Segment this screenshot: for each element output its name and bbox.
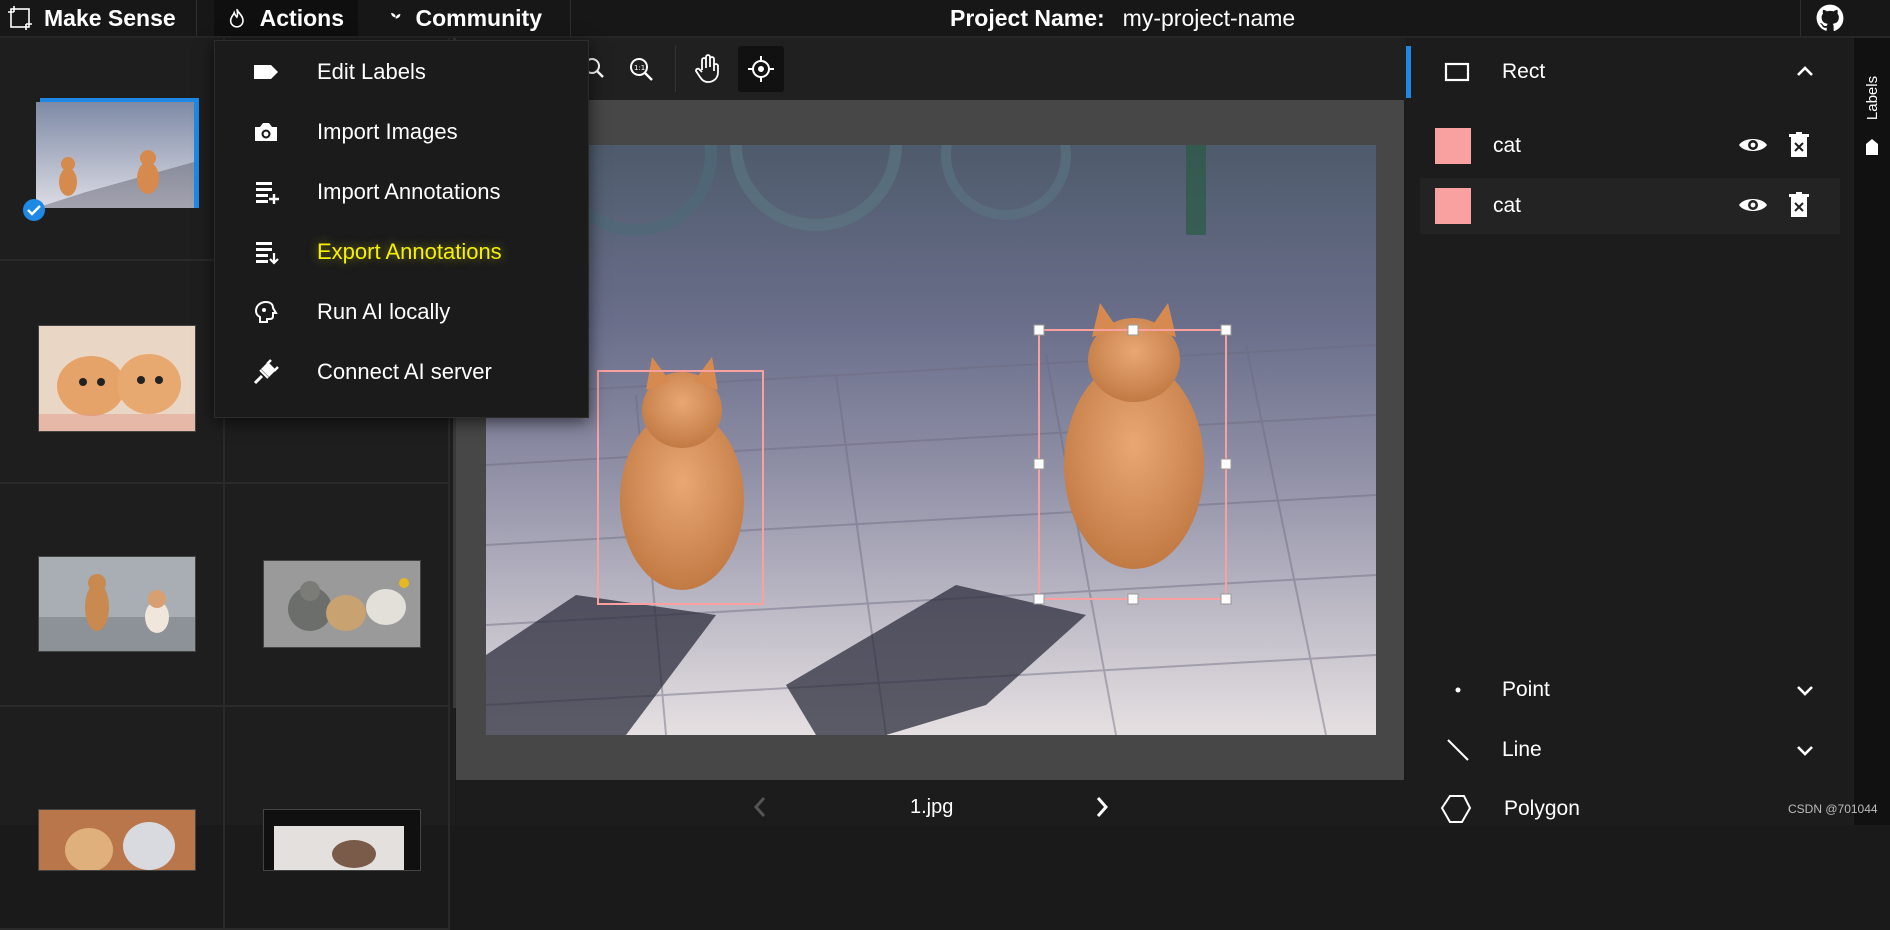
chevron-down-icon[interactable]	[1796, 684, 1814, 698]
rectangle-icon	[1444, 62, 1470, 82]
divider	[196, 0, 197, 36]
svg-text:1:1: 1:1	[634, 64, 645, 72]
project-name: Project Name: my-project-name	[950, 0, 1295, 36]
labels-tab[interactable]: Labels	[1860, 54, 1884, 155]
image-thumbnail[interactable]	[263, 560, 421, 648]
project-name-label: Project Name:	[950, 4, 1105, 31]
eye-icon[interactable]	[1738, 134, 1768, 156]
label-color-swatch[interactable]	[1435, 188, 1471, 224]
image-thumbnail[interactable]	[38, 809, 196, 871]
watermark: CSDN @701044	[1788, 802, 1878, 816]
image-thumbnail-cell[interactable]	[0, 484, 225, 707]
rect-section-title: Rect	[1502, 60, 1546, 83]
delete-icon[interactable]	[1788, 132, 1810, 158]
delete-icon[interactable]	[1788, 192, 1810, 218]
zoom-fit-icon[interactable]: 1:1	[628, 56, 654, 82]
rect-section-header[interactable]: Rect	[1444, 58, 1824, 86]
actions-label: Actions	[259, 4, 344, 31]
image-thumbnail[interactable]	[38, 325, 196, 432]
menu-item-import-annotations[interactable]: Import Annotations	[215, 167, 588, 217]
brain-icon	[254, 300, 278, 323]
crosshair-button[interactable]	[738, 46, 784, 92]
menu-item-connect-ai-server[interactable]: Connect AI server	[215, 347, 588, 397]
menu-item-edit-labels[interactable]: Edit Labels	[215, 47, 588, 97]
polygon-section-title: Polygon	[1504, 797, 1580, 820]
divider	[675, 46, 676, 92]
label-color-swatch[interactable]	[1435, 128, 1471, 164]
point-section-title: Point	[1502, 678, 1550, 701]
label-row[interactable]: cat	[1420, 118, 1840, 174]
actions-menu-button[interactable]: Actions	[214, 0, 358, 36]
project-name-input[interactable]: my-project-name	[1123, 5, 1296, 32]
label-name[interactable]: cat	[1493, 194, 1521, 218]
line-section-header[interactable]: Line	[1444, 736, 1824, 764]
polygon-icon	[1440, 795, 1472, 823]
image-thumbnail-cell[interactable]	[0, 261, 225, 484]
menu-item-label: Run AI locally	[317, 299, 451, 324]
label-name[interactable]: cat	[1493, 134, 1521, 158]
image-canvas[interactable]	[486, 145, 1376, 735]
label-row[interactable]: cat	[1420, 178, 1840, 234]
make-sense-logo-icon	[8, 6, 32, 30]
image-thumbnail[interactable]	[263, 809, 421, 871]
list-add-icon	[256, 182, 279, 204]
menu-item-label: Import Images	[317, 119, 458, 144]
image-thumbnail-cell[interactable]	[225, 484, 450, 707]
menu-item-export-annotations[interactable]: Export Annotations	[215, 227, 588, 277]
chevron-down-icon[interactable]	[1796, 744, 1814, 758]
selection-bar	[40, 98, 198, 102]
side-tab-bar: Labels	[1854, 38, 1890, 825]
point-icon	[1455, 687, 1461, 693]
image-thumbnail[interactable]	[38, 556, 196, 652]
app-name: Make Sense	[44, 4, 176, 31]
selection-bar	[194, 98, 199, 208]
image-thumbnail-cell[interactable]	[0, 38, 225, 261]
list-download-icon	[256, 242, 279, 265]
actions-dropdown-menu: Edit Labels Import Images Import Annotat…	[214, 40, 589, 418]
check-icon	[23, 199, 45, 221]
menu-item-label: Edit Labels	[317, 59, 426, 84]
menu-item-label: Import Annotations	[317, 179, 501, 204]
top-bar: Make Sense Actions Community Project Nam…	[0, 0, 1890, 38]
previous-image-icon[interactable]	[752, 796, 768, 818]
community-label: Community	[415, 4, 543, 31]
plug-icon	[253, 359, 279, 385]
community-menu-button[interactable]: Community	[376, 0, 556, 36]
github-icon[interactable]	[1816, 4, 1844, 32]
image-thumbnail-cell[interactable]	[225, 707, 450, 930]
menu-item-import-images[interactable]: Import Images	[215, 107, 588, 157]
next-image-icon[interactable]	[1094, 796, 1110, 818]
menu-item-run-ai-locally[interactable]: Run AI locally	[215, 287, 588, 337]
chevron-up-icon[interactable]	[1796, 64, 1814, 78]
divider	[570, 0, 571, 36]
menu-item-label: Export Annotations	[317, 239, 502, 264]
active-section-indicator	[1406, 46, 1411, 98]
eye-icon[interactable]	[1738, 194, 1768, 216]
point-section-header[interactable]: Point	[1444, 676, 1824, 704]
line-section-title: Line	[1502, 738, 1542, 761]
tag-icon	[1866, 139, 1878, 155]
crosshair-icon	[748, 56, 774, 82]
tag-icon	[254, 65, 278, 79]
editor-toolbar: 1:1	[456, 38, 1406, 100]
polygon-section-header[interactable]: Polygon	[1440, 794, 1820, 824]
divider	[1800, 0, 1801, 36]
line-icon	[1447, 739, 1469, 761]
camera-icon	[255, 123, 277, 141]
image-filename: 1.jpg	[910, 796, 954, 818]
hand-icon[interactable]	[694, 54, 722, 84]
labels-tab-label: Labels	[1864, 75, 1881, 121]
plant-icon	[391, 12, 401, 24]
image-thumbnail-cell[interactable]	[0, 707, 225, 930]
image-thumbnail[interactable]	[36, 102, 194, 208]
brand[interactable]: Make Sense	[8, 0, 176, 36]
fire-icon	[229, 8, 244, 28]
menu-item-label: Connect AI server	[317, 359, 492, 384]
